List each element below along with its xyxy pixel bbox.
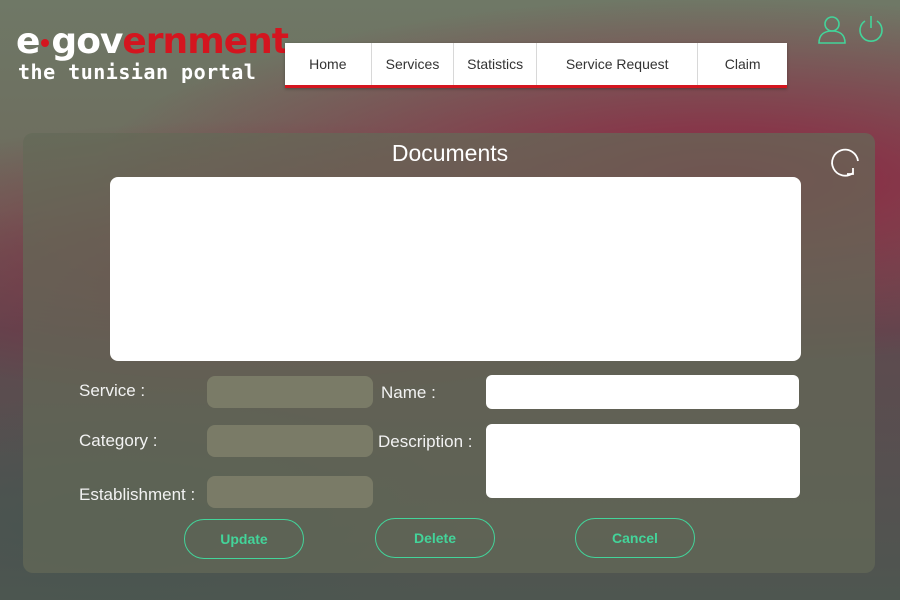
nav-service-request[interactable]: Service Request <box>537 43 699 85</box>
name-label: Name : <box>381 383 436 402</box>
service-label: Service : <box>79 381 146 400</box>
category-label: Category : <box>79 431 158 450</box>
nav-statistics[interactable]: Statistics <box>454 43 537 85</box>
name-input[interactable] <box>486 375 799 409</box>
nav-services[interactable]: Services <box>372 43 455 85</box>
user-icon[interactable] <box>816 13 848 45</box>
header-icons <box>816 13 886 45</box>
egov-logo: e government the tunisian portal <box>16 21 289 85</box>
update-button[interactable]: Update <box>184 519 304 559</box>
refresh-icon[interactable] <box>829 144 863 183</box>
logo-title: e government <box>16 21 289 62</box>
logo-title-part2: gov <box>51 21 123 62</box>
description-label: Description : <box>378 432 473 451</box>
panel-title: Documents <box>391 140 509 166</box>
documents-list[interactable] <box>110 177 801 361</box>
main-nav: Home Services Statistics Service Request… <box>285 43 787 88</box>
establishment-field[interactable] <box>207 476 373 508</box>
category-field[interactable] <box>207 425 373 457</box>
cancel-button[interactable]: Cancel <box>575 518 695 558</box>
logo-subtitle: the tunisian portal <box>18 60 257 84</box>
logo-dot <box>41 39 50 47</box>
power-icon[interactable] <box>856 13 886 45</box>
description-input[interactable] <box>486 424 800 498</box>
delete-button[interactable]: Delete <box>375 518 495 558</box>
nav-claim[interactable]: Claim <box>698 43 787 85</box>
logo-title-part3: ernment <box>122 21 289 62</box>
nav-home[interactable]: Home <box>285 43 372 85</box>
service-field[interactable] <box>207 376 373 408</box>
establishment-label: Establishment : <box>79 485 196 504</box>
logo-title-part1: e <box>16 21 40 62</box>
